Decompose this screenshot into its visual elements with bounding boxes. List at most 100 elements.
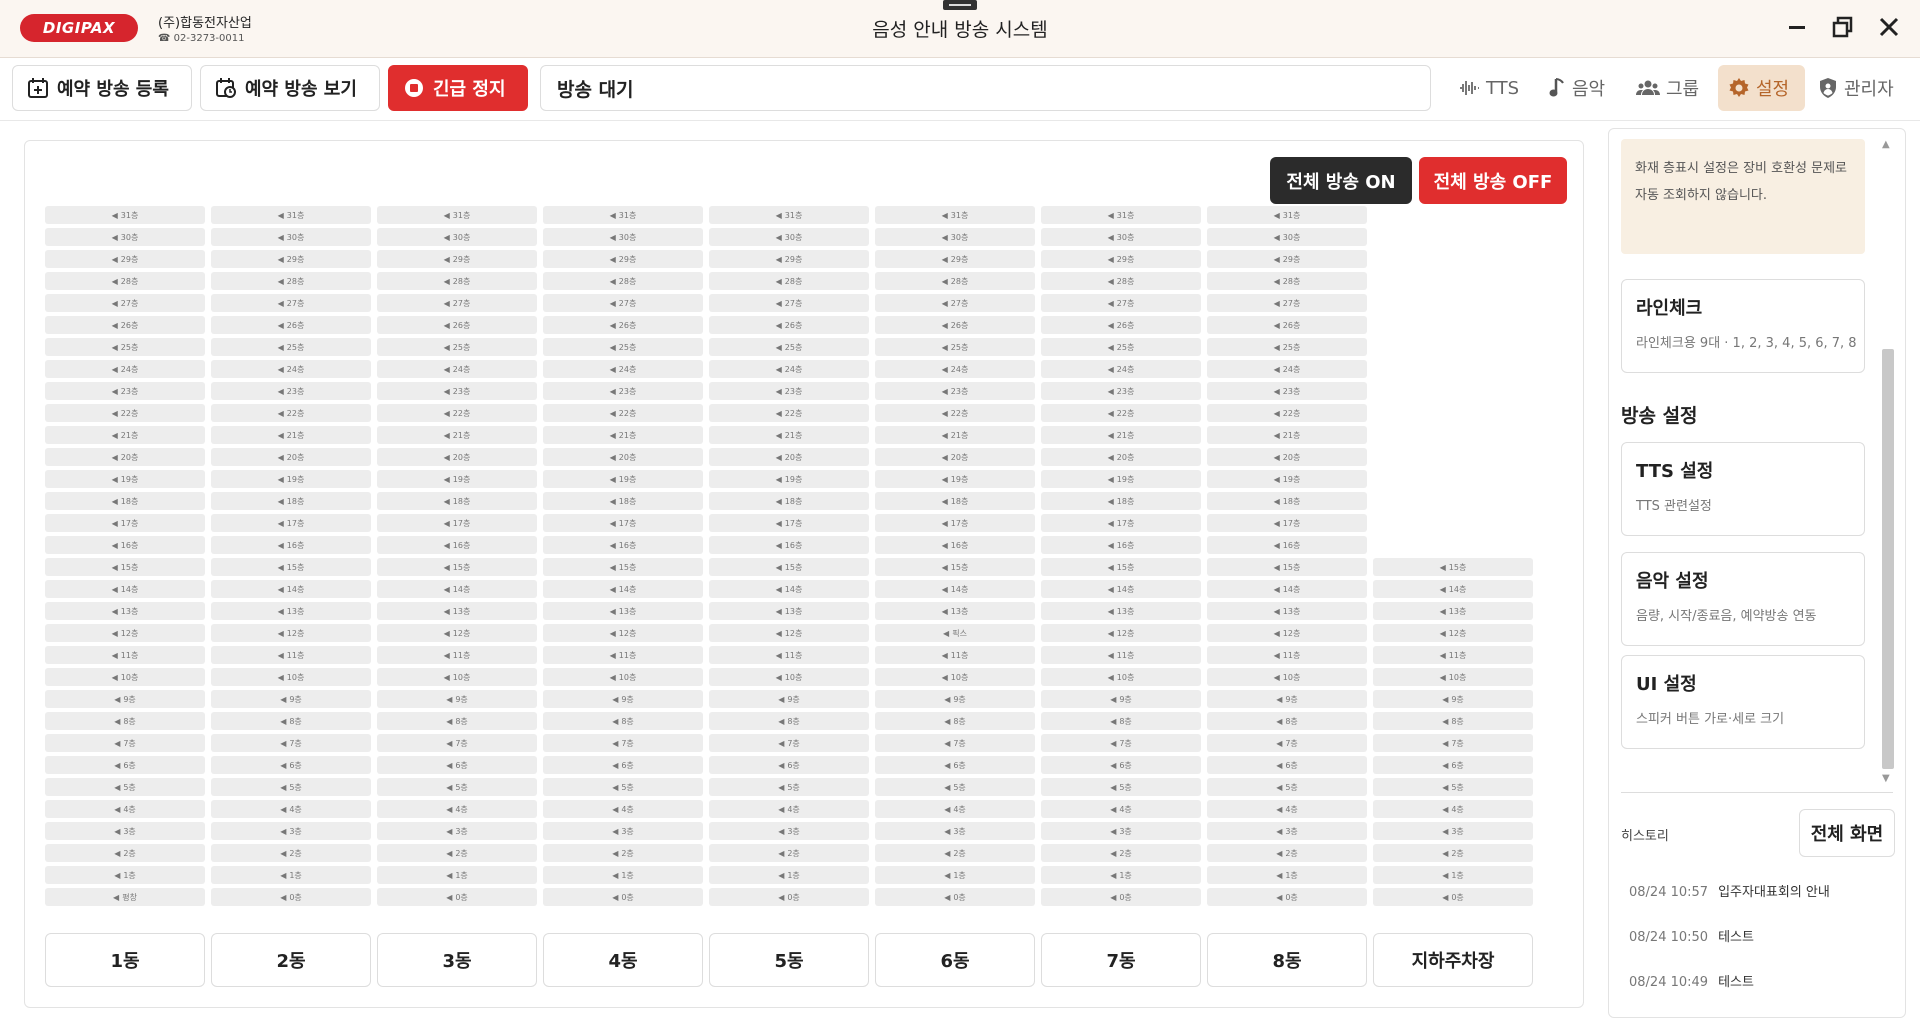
- speaker-button[interactable]: ◀ 24층: [875, 360, 1035, 378]
- speaker-button[interactable]: ◀ 2층: [211, 844, 371, 862]
- speaker-button[interactable]: ◀ 3층: [211, 822, 371, 840]
- nav-music[interactable]: 음악: [1538, 65, 1615, 111]
- speaker-button[interactable]: ◀ 12층: [211, 624, 371, 642]
- speaker-button[interactable]: ◀ 9층: [543, 690, 703, 708]
- speaker-button[interactable]: ◀ 1층: [1373, 866, 1533, 884]
- tts-settings-card[interactable]: TTS 설정 TTS 관련설정: [1621, 442, 1865, 536]
- speaker-button[interactable]: ◀ 14층: [45, 580, 205, 598]
- speaker-button[interactable]: ◀ 2층: [1373, 844, 1533, 862]
- speaker-button[interactable]: ◀ 3층: [45, 822, 205, 840]
- speaker-button[interactable]: ◀ 17층: [1207, 514, 1367, 532]
- music-settings-card[interactable]: 음악 설정 음량, 시작/종료음, 예약방송 연동: [1621, 552, 1865, 646]
- speaker-button[interactable]: ◀ 5층: [1373, 778, 1533, 796]
- speaker-button[interactable]: ◀ 31층: [875, 206, 1035, 224]
- speaker-button[interactable]: ◀ 12층: [1207, 624, 1367, 642]
- speaker-button[interactable]: ◀ 26층: [377, 316, 537, 334]
- drag-handle-icon[interactable]: [943, 0, 977, 10]
- speaker-button[interactable]: ◀ 23층: [1041, 382, 1201, 400]
- speaker-button[interactable]: ◀ 28층: [875, 272, 1035, 290]
- speaker-button[interactable]: ◀ 8층: [377, 712, 537, 730]
- speaker-button[interactable]: ◀ 13층: [377, 602, 537, 620]
- speaker-button[interactable]: ◀ 13층: [211, 602, 371, 620]
- speaker-button[interactable]: ◀ 7층: [543, 734, 703, 752]
- ui-settings-card[interactable]: UI 설정 스피커 버튼 가로·세로 크기: [1621, 655, 1865, 749]
- speaker-button[interactable]: ◀ 11층: [543, 646, 703, 664]
- speaker-button[interactable]: ◀ 7층: [45, 734, 205, 752]
- speaker-button[interactable]: ◀ 31층: [543, 206, 703, 224]
- speaker-button[interactable]: ◀ 5층: [875, 778, 1035, 796]
- speaker-button[interactable]: ◀ 7층: [1207, 734, 1367, 752]
- speaker-button[interactable]: ◀ 28층: [1207, 272, 1367, 290]
- schedule-view-button[interactable]: 예약 방송 보기: [200, 65, 380, 111]
- speaker-button[interactable]: ◀ 20층: [875, 448, 1035, 466]
- speaker-button[interactable]: ◀ 0층: [211, 888, 371, 906]
- speaker-button[interactable]: ◀ 16층: [1041, 536, 1201, 554]
- speaker-button[interactable]: ◀ 0층: [1041, 888, 1201, 906]
- speaker-button[interactable]: ◀ 21층: [1041, 426, 1201, 444]
- speaker-button[interactable]: ◀ 18층: [543, 492, 703, 510]
- speaker-button[interactable]: ◀ 28층: [1041, 272, 1201, 290]
- speaker-button[interactable]: ◀ 4층: [543, 800, 703, 818]
- speaker-button[interactable]: ◀ 19층: [1041, 470, 1201, 488]
- speaker-button[interactable]: ◀ 29층: [211, 250, 371, 268]
- scroll-up-icon[interactable]: ▲: [1882, 139, 1890, 150]
- speaker-button[interactable]: ◀ 21층: [709, 426, 869, 444]
- speaker-button[interactable]: ◀ 8층: [709, 712, 869, 730]
- schedule-register-button[interactable]: 예약 방송 등록: [12, 65, 192, 111]
- speaker-button[interactable]: ◀ 12층: [1373, 624, 1533, 642]
- speaker-button[interactable]: ◀ 28층: [211, 272, 371, 290]
- speaker-button[interactable]: ◀ 23층: [1207, 382, 1367, 400]
- fullscreen-button[interactable]: 전체 화면: [1799, 809, 1895, 857]
- speaker-button[interactable]: ◀ 21층: [377, 426, 537, 444]
- speaker-button[interactable]: ◀ 2층: [1041, 844, 1201, 862]
- speaker-button[interactable]: ◀ 12층: [377, 624, 537, 642]
- speaker-button[interactable]: ◀ 2층: [45, 844, 205, 862]
- speaker-button[interactable]: ◀ 23층: [709, 382, 869, 400]
- speaker-button[interactable]: ◀ 13층: [1041, 602, 1201, 620]
- speaker-button[interactable]: ◀ 15층: [1373, 558, 1533, 576]
- speaker-button[interactable]: ◀ 7층: [875, 734, 1035, 752]
- speaker-button[interactable]: ◀ 11층: [709, 646, 869, 664]
- nav-tts[interactable]: TTS: [1448, 65, 1529, 111]
- speaker-button[interactable]: ◀ 28층: [377, 272, 537, 290]
- speaker-button[interactable]: ◀ 18층: [1207, 492, 1367, 510]
- building-button[interactable]: 1동: [45, 933, 205, 987]
- speaker-button[interactable]: ◀ 22층: [45, 404, 205, 422]
- speaker-button[interactable]: ◀ 3층: [1207, 822, 1367, 840]
- speaker-button[interactable]: ◀ 22층: [1207, 404, 1367, 422]
- scroll-down-icon[interactable]: ▼: [1882, 773, 1890, 784]
- speaker-button[interactable]: ◀ 1층: [543, 866, 703, 884]
- speaker-button[interactable]: ◀ 12층: [543, 624, 703, 642]
- speaker-button[interactable]: ◀ 30층: [709, 228, 869, 246]
- speaker-button[interactable]: ◀ 1층: [709, 866, 869, 884]
- speaker-button[interactable]: ◀ 14층: [377, 580, 537, 598]
- speaker-button[interactable]: ◀ 10층: [377, 668, 537, 686]
- speaker-button[interactable]: ◀ 15층: [1041, 558, 1201, 576]
- history-item[interactable]: 08/24 10:57 입주자대표회의 안내: [1629, 881, 1830, 900]
- speaker-button[interactable]: ◀ 15층: [1207, 558, 1367, 576]
- speaker-button[interactable]: ◀ 17층: [543, 514, 703, 532]
- speaker-button[interactable]: ◀ 3층: [543, 822, 703, 840]
- speaker-button[interactable]: ◀ 24층: [45, 360, 205, 378]
- speaker-button[interactable]: ◀ 26층: [709, 316, 869, 334]
- speaker-button[interactable]: ◀ 0층: [709, 888, 869, 906]
- speaker-button[interactable]: ◀ 29층: [543, 250, 703, 268]
- speaker-button[interactable]: ◀ 29층: [709, 250, 869, 268]
- minimize-button[interactable]: [1782, 12, 1812, 42]
- speaker-button[interactable]: ◀ 2층: [875, 844, 1035, 862]
- speaker-button[interactable]: ◀ 29층: [1207, 250, 1367, 268]
- speaker-button[interactable]: ◀ 20층: [543, 448, 703, 466]
- speaker-button[interactable]: ◀ 23층: [45, 382, 205, 400]
- speaker-button[interactable]: ◀ 31층: [709, 206, 869, 224]
- speaker-button[interactable]: ◀ 3층: [377, 822, 537, 840]
- speaker-button[interactable]: ◀ 29층: [377, 250, 537, 268]
- speaker-button[interactable]: ◀ 11층: [211, 646, 371, 664]
- speaker-button[interactable]: ◀ 28층: [543, 272, 703, 290]
- speaker-button[interactable]: ◀ 27층: [377, 294, 537, 312]
- speaker-button[interactable]: ◀ 31층: [1207, 206, 1367, 224]
- building-button[interactable]: 5동: [709, 933, 869, 987]
- speaker-button[interactable]: ◀ 25층: [875, 338, 1035, 356]
- speaker-button[interactable]: ◀ 17층: [875, 514, 1035, 532]
- speaker-button[interactable]: ◀ 13층: [1373, 602, 1533, 620]
- speaker-button[interactable]: ◀ 1층: [377, 866, 537, 884]
